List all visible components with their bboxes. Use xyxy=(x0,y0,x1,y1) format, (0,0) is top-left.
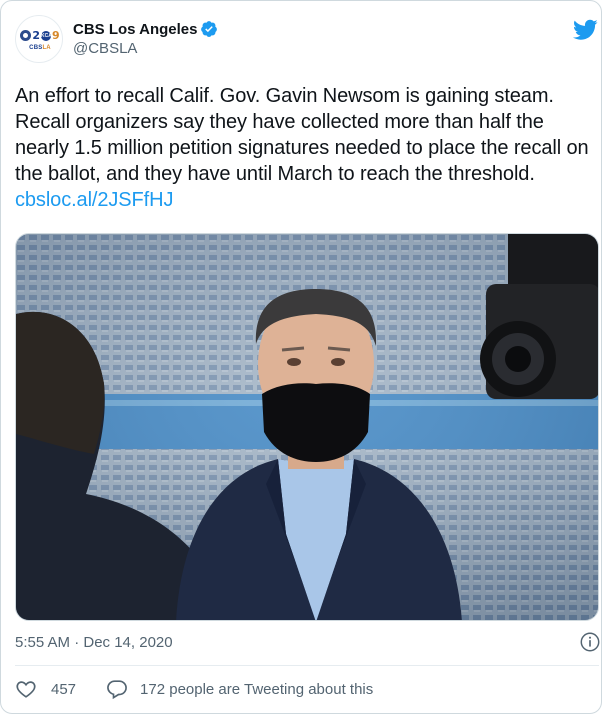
tweet-body: An effort to recall Calif. Gov. Gavin Ne… xyxy=(15,85,589,185)
heart-icon xyxy=(16,681,36,698)
avatar-caption-cbs: CBS xyxy=(29,45,43,51)
tweet-link[interactable]: cbsloc.al/2JSFfHJ xyxy=(15,189,173,211)
info-icon[interactable] xyxy=(579,631,601,653)
divider xyxy=(15,665,599,666)
account-names: CBS Los Angeles @CBSLA xyxy=(73,19,218,59)
tweet-header: 2 KCAL 9 CBSLA CBS Los Angeles @CBSLA xyxy=(15,15,218,63)
tweet-actions: 457 172 people are Tweeting about this xyxy=(15,677,373,701)
avatar-digit-right: 9 xyxy=(52,29,60,42)
display-name[interactable]: CBS Los Angeles xyxy=(73,21,197,38)
tweet-timestamp[interactable]: 5:55 AM · Dec 14, 2020 xyxy=(15,633,173,653)
account-handle[interactable]: @CBSLA xyxy=(73,39,218,59)
avatar-caption-la: LA xyxy=(42,45,51,51)
like-action[interactable]: 457 xyxy=(15,678,76,700)
avatar-logo: 2 KCAL 9 xyxy=(18,30,62,41)
display-name-row: CBS Los Angeles xyxy=(73,19,218,39)
avatar-badge: KCAL xyxy=(41,30,55,41)
tweet-media-photo[interactable] xyxy=(15,233,599,621)
avatar-caption: CBSLA xyxy=(16,45,62,51)
tweet-card: 2 KCAL 9 CBSLA CBS Los Angeles @CBSLA An… xyxy=(0,0,602,714)
reply-action[interactable]: 172 people are Tweeting about this xyxy=(106,678,373,700)
verified-badge-icon xyxy=(201,21,218,37)
reply-text: 172 people are Tweeting about this xyxy=(140,680,374,698)
like-count: 457 xyxy=(51,680,77,698)
cbs-eye-icon xyxy=(20,30,32,41)
avatar-digit-left: 2 xyxy=(32,29,40,42)
speech-bubble-icon xyxy=(107,680,127,700)
tweet-text: An effort to recall Calif. Gov. Gavin Ne… xyxy=(15,83,593,213)
photo-illustration xyxy=(16,234,598,620)
avatar[interactable]: 2 KCAL 9 CBSLA xyxy=(15,15,63,63)
twitter-bird-icon[interactable] xyxy=(573,19,598,41)
